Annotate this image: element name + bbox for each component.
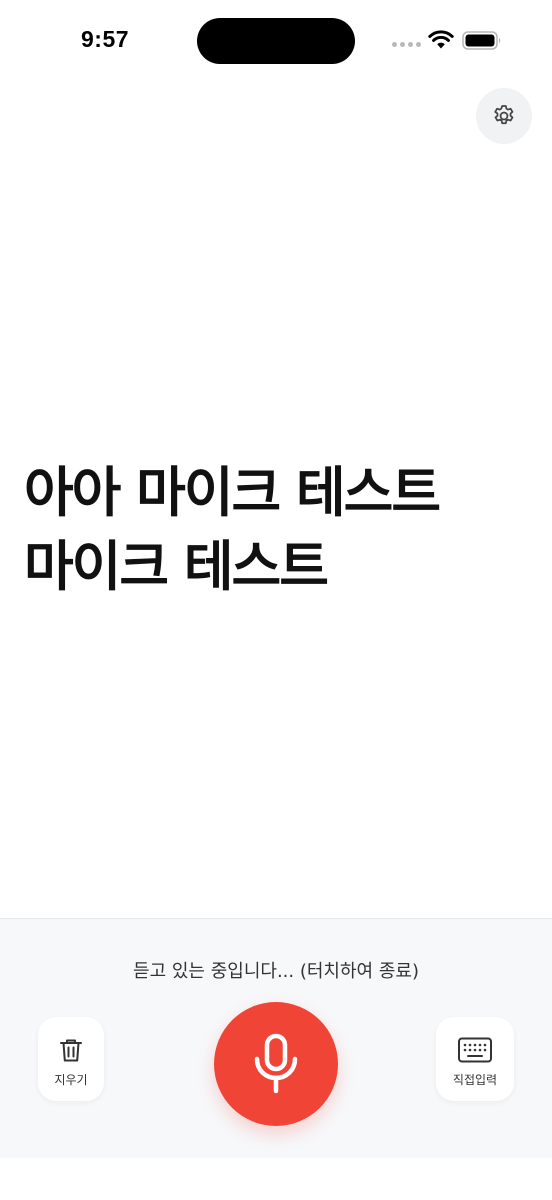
transcript-text: 아아 마이크 테스트 마이크 테스트 — [24, 456, 534, 604]
home-indicator-area — [0, 1158, 552, 1200]
trash-icon — [60, 1039, 82, 1062]
status-bar: 9:57 — [0, 0, 552, 84]
listening-status-text[interactable]: 듣고 있는 중입니다... (터치하여 종료) — [0, 957, 552, 983]
microphone-icon — [254, 1033, 298, 1094]
app-screen: 9:57 아아 마이크 테스트 마이크 테스트 듣고 있는 중입니다... (터… — [0, 0, 552, 1200]
cellular-dots-icon — [392, 42, 422, 50]
status-time: 9:57 — [81, 26, 130, 52]
direct-input-button[interactable]: 직접입력 — [436, 1017, 514, 1101]
microphone-button[interactable] — [214, 1002, 338, 1126]
wifi-icon — [428, 30, 454, 49]
transcript-line: 아아 마이크 테스트 — [24, 461, 441, 524]
battery-icon — [462, 31, 501, 50]
direct-input-label: 직접입력 — [452, 1073, 498, 1087]
keyboard-icon — [458, 1037, 492, 1063]
clear-button-label: 지우기 — [54, 1073, 88, 1087]
gear-icon — [494, 105, 514, 125]
control-panel: 듣고 있는 중입니다... (터치하여 종료) 지우기 직접입력 — [0, 918, 552, 1158]
clear-button[interactable]: 지우기 — [38, 1017, 104, 1101]
settings-button[interactable] — [476, 88, 532, 144]
dynamic-island — [197, 18, 355, 64]
transcript-line: 마이크 테스트 — [24, 535, 329, 598]
